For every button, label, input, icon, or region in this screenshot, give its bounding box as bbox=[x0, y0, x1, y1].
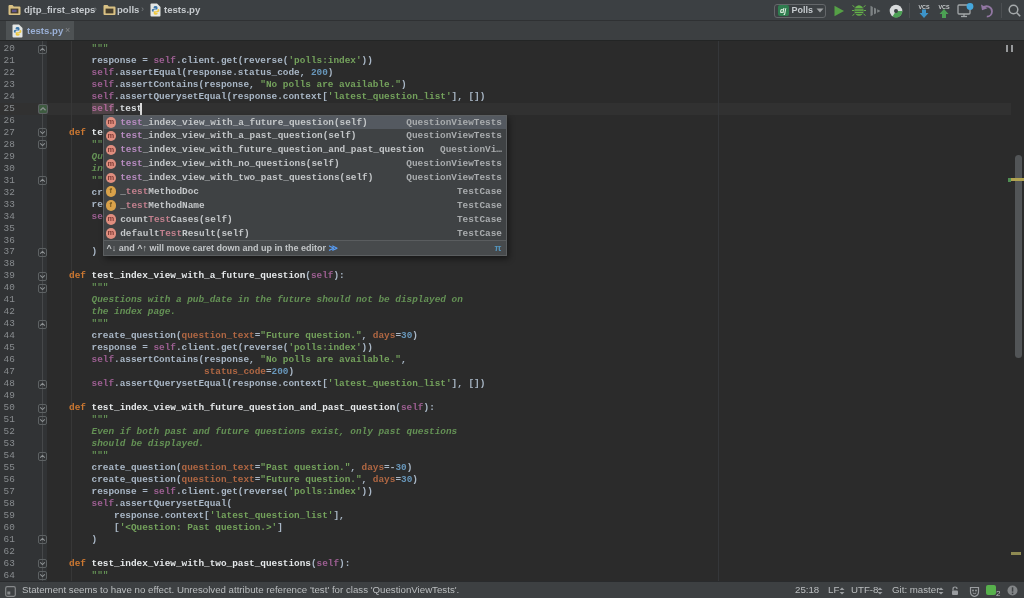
svg-text:VCS: VCS bbox=[918, 3, 929, 9]
svg-text:VCS: VCS bbox=[938, 3, 949, 9]
